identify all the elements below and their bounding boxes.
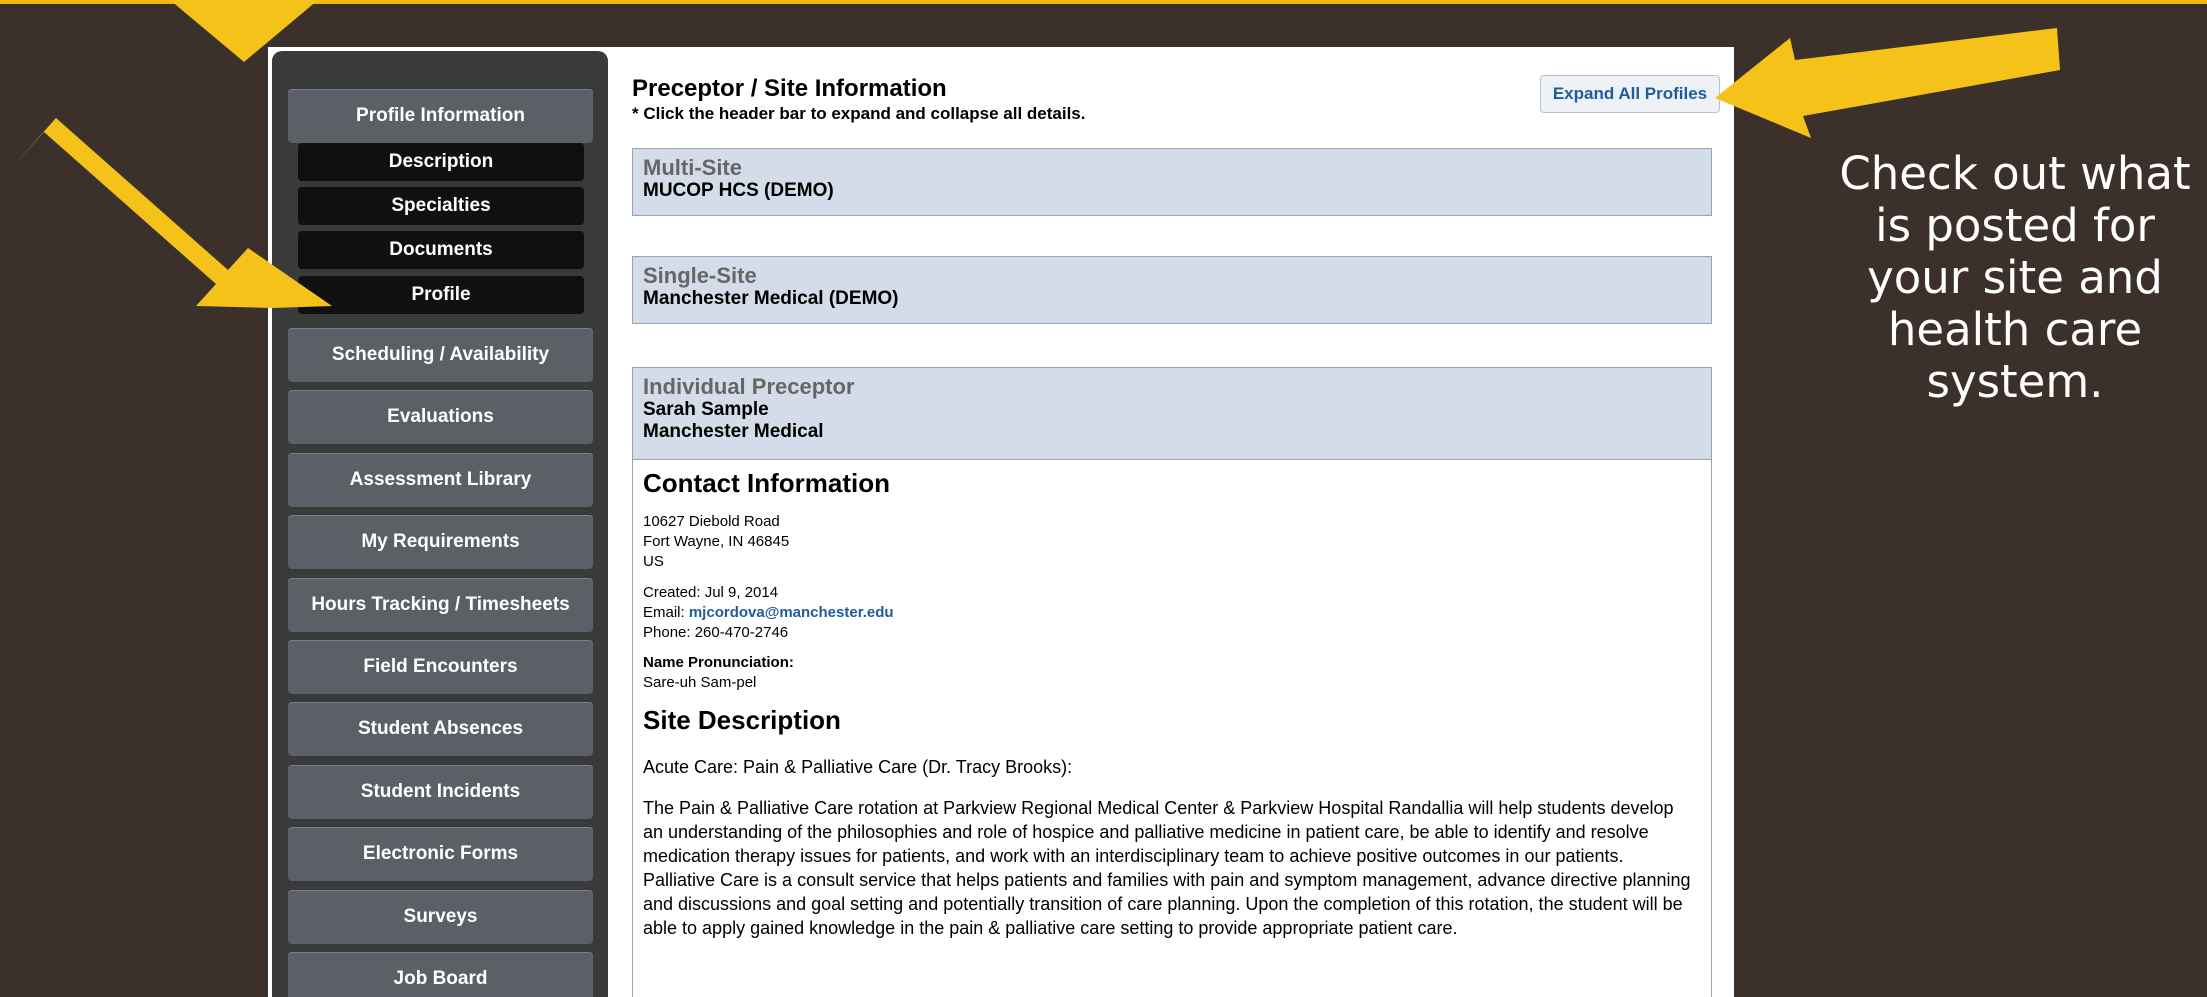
callout-line: health care — [1887, 303, 2143, 356]
profile-header-multi-site[interactable]: Multi-Site MUCOP HCS (DEMO) — [632, 148, 1712, 216]
created-date: Created: Jul 9, 2014 — [643, 584, 779, 601]
profile-header-label: Single-Site — [643, 263, 757, 288]
arrow-to-expand-icon — [1715, 28, 2060, 138]
address-line: US — [643, 553, 664, 570]
preceptor-name: Sarah Sample — [643, 399, 769, 420]
sidebar-item-evaluations[interactable]: Evaluations — [288, 390, 593, 444]
profile-header-value: MUCOP HCS (DEMO) — [643, 180, 834, 201]
callout-line: Check out what — [1839, 147, 2191, 200]
profile-header-single-site[interactable]: Single-Site Manchester Medical (DEMO) — [632, 256, 1712, 324]
phone-number: Phone: 260-470-2746 — [643, 624, 789, 641]
sidebar-item-scheduling[interactable]: Scheduling / Availability — [288, 328, 593, 382]
callout-text: Check out what is posted for your site a… — [1830, 148, 2200, 408]
preceptor-detail-panel: Contact Information 10627 Diebold Road F… — [632, 459, 1712, 997]
profile-header-individual-preceptor[interactable]: Individual Preceptor Sarah Sample Manche… — [632, 367, 1712, 460]
address-line: 10627 Diebold Road — [643, 513, 780, 530]
sidebar-subitem-description[interactable]: Description — [298, 143, 584, 181]
arrow-to-profile-icon — [14, 118, 332, 308]
email-link[interactable]: mjcordova@manchester.edu — [689, 604, 894, 621]
top-accent-bar — [0, 0, 2207, 4]
page-hint: * Click the header bar to expand and col… — [632, 104, 1086, 123]
sidebar-item-field-encounters[interactable]: Field Encounters — [288, 640, 593, 694]
site-description-heading: Site Description — [643, 705, 841, 735]
sidebar-subitem-specialties[interactable]: Specialties — [298, 187, 584, 225]
sidebar-item-student-incidents[interactable]: Student Incidents — [288, 765, 593, 819]
email-row: Email: mjcordova@manchester.edu — [643, 603, 894, 623]
sidebar-subitem-documents[interactable]: Documents — [298, 231, 584, 269]
sidebar-item-assessment-library[interactable]: Assessment Library — [288, 453, 593, 507]
email-label: Email: — [643, 604, 689, 621]
sidebar-item-my-requirements[interactable]: My Requirements — [288, 515, 593, 569]
site-description-body: The Pain & Palliative Care rotation at P… — [643, 798, 1691, 938]
callout-line: your site and — [1867, 251, 2163, 304]
sidebar-item-job-board[interactable]: Job Board — [288, 952, 593, 997]
contact-information-heading: Contact Information — [643, 468, 890, 498]
sidebar-item-student-absences[interactable]: Student Absences — [288, 702, 593, 756]
profile-header-label: Multi-Site — [643, 155, 742, 180]
profile-header-label: Individual Preceptor — [643, 374, 855, 399]
page-title: Preceptor / Site Information — [632, 75, 947, 102]
address-line: Fort Wayne, IN 46845 — [643, 533, 790, 550]
app-window: Profile Information Description Specialt… — [268, 47, 1734, 997]
callout-line: system. — [1926, 355, 2104, 408]
name-pronunciation-label: Name Pronunciation: — [643, 654, 794, 671]
main-content: Preceptor / Site Information * Click the… — [632, 47, 1724, 997]
sidebar-item-surveys[interactable]: Surveys — [288, 890, 593, 944]
name-pronunciation-value: Sare-uh Sam-pel — [643, 674, 757, 691]
site-description-subheading: Acute Care: Pain & Palliative Care (Dr. … — [643, 757, 1073, 777]
sidebar-subitem-profile[interactable]: Profile — [298, 276, 584, 314]
profile-header-value: Manchester Medical (DEMO) — [643, 288, 899, 309]
sidebar-item-hours-tracking[interactable]: Hours Tracking / Timesheets — [288, 578, 593, 632]
expand-all-profiles-button[interactable]: Expand All Profiles — [1540, 75, 1720, 113]
sidebar-item-electronic-forms[interactable]: Electronic Forms — [288, 827, 593, 881]
callout-line: is posted for — [1875, 199, 2155, 252]
preceptor-site: Manchester Medical — [643, 421, 824, 442]
